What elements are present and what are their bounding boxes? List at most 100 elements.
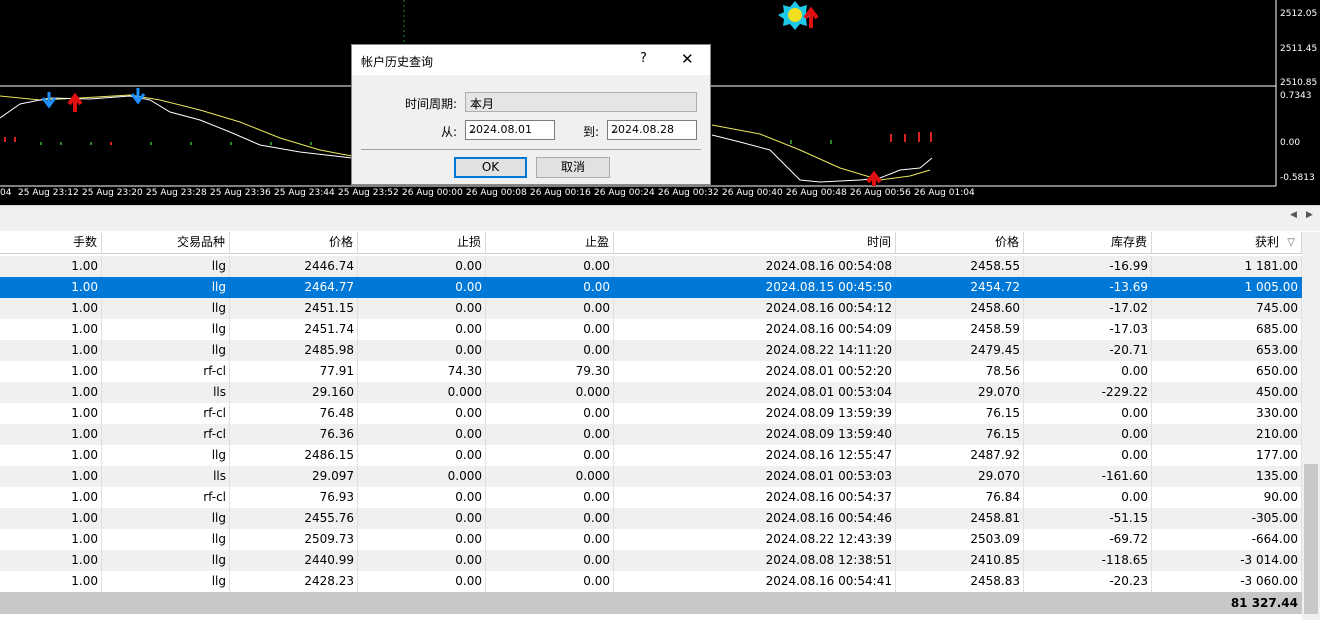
table-row[interactable]: 1.00 llg 2464.77 0.00 0.00 2024.08.15 00:45:5… <box>0 277 1302 298</box>
cell-take-profit: 0.00 <box>486 256 614 277</box>
history-table: 手数 交易品种 价格 止损 止盈 时间 价格 库存费 获利 ▽ 1.00 llg 2446.74 0.0… <box>0 230 1320 620</box>
time-axis-label: 26 Aug 00:08 <box>466 188 527 198</box>
table-row[interactable]: 1.00 llg 2451.74 0.00 0.00 2024.08.16 00:54:0… <box>0 319 1302 340</box>
cell-swap: -161.60 <box>1024 466 1152 487</box>
chevron-down-icon: ⌄ <box>470 95 481 109</box>
cell-take-profit: 0.00 <box>486 487 614 508</box>
cell-profit: 1 005.00 <box>1152 277 1302 298</box>
sort-descending-icon[interactable]: ▽ <box>1287 232 1295 253</box>
table-row[interactable]: 1.00 rf-cl 76.48 0.00 0.00 2024.08.09 13:59:3… <box>0 403 1302 424</box>
cell-symbol: llg <box>102 550 230 571</box>
scroll-right-icon[interactable]: ▶ <box>1306 210 1313 220</box>
total-profit: 81 327.44 <box>1230 596 1298 610</box>
table-row[interactable]: 1.00 rf-cl 76.36 0.00 0.00 2024.08.09 13:59:4… <box>0 424 1302 445</box>
time-axis-label: 26 Aug 01:04 <box>914 188 975 198</box>
cell-symbol: llg <box>102 298 230 319</box>
cell-profit: 330.00 <box>1152 403 1302 424</box>
table-row[interactable]: 1.00 rf-cl 77.91 74.30 79.30 2024.08.01 00:52… <box>0 361 1302 382</box>
indicator-axis-label: 0.7343 <box>1280 91 1312 101</box>
cell-open-price: 2464.77 <box>230 277 358 298</box>
cell-lots: 1.00 <box>0 487 102 508</box>
table-row[interactable]: 1.00 lls 29.160 0.000 0.000 2024.08.01 00:53:… <box>0 382 1302 403</box>
panel-splitter[interactable]: ◀ ▶ <box>0 205 1320 231</box>
cancel-button[interactable]: 取消 <box>536 157 610 178</box>
cell-close-price: 76.84 <box>896 487 1024 508</box>
column-header-symbol[interactable]: 交易品种 <box>102 232 230 253</box>
from-date-field[interactable]: 2024.08.01 ⌄ <box>465 120 555 140</box>
chevron-down-icon[interactable]: ⌄ <box>469 123 550 136</box>
cell-stop-loss: 0.00 <box>358 550 486 571</box>
column-header-open-price[interactable]: 价格 <box>230 232 358 253</box>
table-row[interactable]: 1.00 llg 2428.23 0.00 0.00 2024.08.16 00:54:4… <box>0 571 1302 592</box>
cell-close-price: 76.15 <box>896 424 1024 445</box>
cell-close-price: 2487.92 <box>896 445 1024 466</box>
column-header-profit[interactable]: 获利 ▽ <box>1152 232 1302 253</box>
cell-close-price: 76.15 <box>896 403 1024 424</box>
period-select[interactable]: 本月 ⌄ <box>465 92 697 112</box>
cell-take-profit: 0.00 <box>486 529 614 550</box>
cell-symbol: rf-cl <box>102 361 230 382</box>
cell-open-price: 29.160 <box>230 382 358 403</box>
cell-swap: 0.00 <box>1024 487 1152 508</box>
cell-open-price: 76.48 <box>230 403 358 424</box>
table-row[interactable]: 1.00 llg 2509.73 0.00 0.00 2024.08.22 12:43:3… <box>0 529 1302 550</box>
table-row[interactable]: 1.00 lls 29.097 0.000 0.000 2024.08.01 00:53:… <box>0 466 1302 487</box>
cell-swap: 0.00 <box>1024 361 1152 382</box>
chevron-down-icon[interactable]: ⌄ <box>611 123 692 136</box>
table-row[interactable]: 1.00 llg 2440.99 0.00 0.00 2024.08.08 12:38:5… <box>0 550 1302 571</box>
cell-profit: -305.00 <box>1152 508 1302 529</box>
close-button[interactable]: ✕ <box>681 50 694 68</box>
cell-open-price: 2428.23 <box>230 571 358 592</box>
cell-lots: 1.00 <box>0 340 102 361</box>
scrollbar-thumb[interactable] <box>1304 464 1318 614</box>
cell-take-profit: 0.00 <box>486 277 614 298</box>
cell-symbol: lls <box>102 466 230 487</box>
table-row[interactable]: 1.00 llg 2485.98 0.00 0.00 2024.08.22 14:11:2… <box>0 340 1302 361</box>
cell-swap: -17.02 <box>1024 298 1152 319</box>
cell-swap: -13.69 <box>1024 277 1152 298</box>
dialog-titlebar[interactable]: 帐户历史查询 ? ✕ <box>352 45 710 75</box>
cell-stop-loss: 0.00 <box>358 529 486 550</box>
column-header-take-profit[interactable]: 止盈 <box>486 232 614 253</box>
signal-line-yellow-right <box>711 124 931 181</box>
dialog-title: 帐户历史查询 <box>361 55 434 69</box>
sell-arrow-icon <box>130 88 146 105</box>
column-header-close-price[interactable]: 价格 <box>896 232 1024 253</box>
scroll-left-icon[interactable]: ◀ <box>1290 210 1297 220</box>
column-header-close-time[interactable]: 时间 <box>614 232 896 253</box>
table-row[interactable]: 1.00 llg 2446.74 0.00 0.00 2024.08.16 00:54:0… <box>0 256 1302 277</box>
table-row[interactable]: 1.00 rf-cl 76.93 0.00 0.00 2024.08.16 00:54:3… <box>0 487 1302 508</box>
help-button[interactable]: ? <box>640 51 647 66</box>
cell-profit: 653.00 <box>1152 340 1302 361</box>
indicator-axis-label: 0.00 <box>1280 138 1301 148</box>
column-header-stop-loss[interactable]: 止损 <box>358 232 486 253</box>
cell-stop-loss: 0.00 <box>358 298 486 319</box>
cell-lots: 1.00 <box>0 256 102 277</box>
cell-close-time: 2024.08.16 00:54:08 <box>614 256 896 277</box>
cell-close-price: 2458.83 <box>896 571 1024 592</box>
column-header-lots[interactable]: 手数 <box>0 232 102 253</box>
cell-take-profit: 0.00 <box>486 571 614 592</box>
table-row[interactable]: 1.00 llg 2486.15 0.00 0.00 2024.08.16 12:55:4… <box>0 445 1302 466</box>
column-header-swap[interactable]: 库存费 <box>1024 232 1152 253</box>
cell-stop-loss: 74.30 <box>358 361 486 382</box>
cell-symbol: llg <box>102 277 230 298</box>
to-date-field[interactable]: 2024.08.28 ⌄ <box>607 120 697 140</box>
cell-close-time: 2024.08.22 12:43:39 <box>614 529 896 550</box>
cell-swap: 0.00 <box>1024 424 1152 445</box>
sell-arrow-icon <box>41 92 57 109</box>
cell-profit: 90.00 <box>1152 487 1302 508</box>
total-row: 81 327.44 <box>0 592 1302 614</box>
cell-stop-loss: 0.00 <box>358 340 486 361</box>
cell-lots: 1.00 <box>0 529 102 550</box>
cell-stop-loss: 0.00 <box>358 445 486 466</box>
cell-open-price: 2455.76 <box>230 508 358 529</box>
cell-stop-loss: 0.00 <box>358 571 486 592</box>
table-row[interactable]: 1.00 llg 2455.76 0.00 0.00 2024.08.16 00:54:4… <box>0 508 1302 529</box>
table-row[interactable]: 1.00 llg 2451.15 0.00 0.00 2024.08.16 00:54:1… <box>0 298 1302 319</box>
vertical-scrollbar[interactable] <box>1302 232 1320 620</box>
ok-button[interactable]: OK <box>454 157 527 178</box>
cell-open-price: 2486.15 <box>230 445 358 466</box>
buy-arrow-icon <box>866 170 882 186</box>
cell-open-price: 2509.73 <box>230 529 358 550</box>
